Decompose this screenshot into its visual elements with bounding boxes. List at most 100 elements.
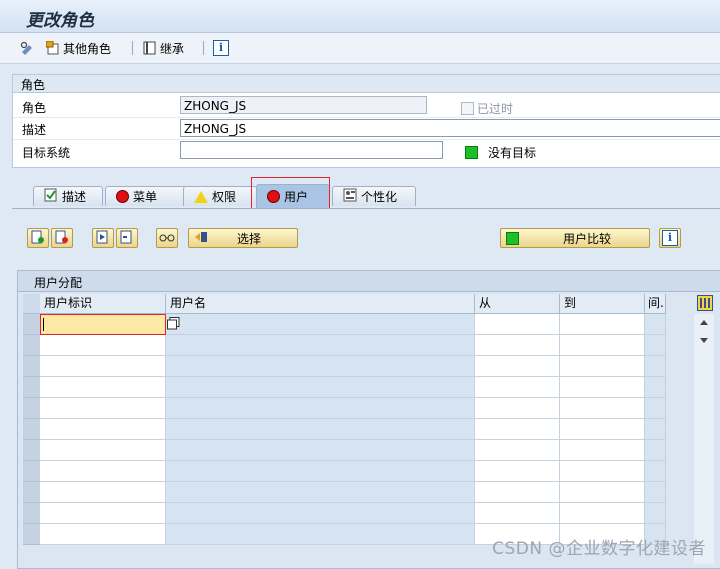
table-cell[interactable]	[166, 335, 475, 356]
table-cell[interactable]	[475, 398, 560, 419]
table-cell[interactable]	[645, 335, 666, 356]
table-cell[interactable]	[166, 419, 475, 440]
table-cell[interactable]	[560, 314, 645, 335]
row-selector[interactable]	[23, 335, 40, 356]
display-change-button[interactable]	[20, 40, 34, 56]
table-cell[interactable]	[560, 356, 645, 377]
row-selector[interactable]	[23, 356, 40, 377]
table-cell[interactable]	[560, 440, 645, 461]
table-cell[interactable]	[645, 356, 666, 377]
delete-row-button[interactable]	[51, 228, 73, 248]
table-cell[interactable]	[166, 314, 475, 335]
text-cursor	[43, 318, 44, 331]
table-cell[interactable]	[645, 461, 666, 482]
search-button[interactable]	[156, 228, 178, 248]
row-selector[interactable]	[23, 524, 40, 545]
inherit-button[interactable]: 继承	[143, 40, 184, 56]
other-role-icon	[45, 40, 60, 55]
table-cell[interactable]	[645, 419, 666, 440]
tab-authorization[interactable]: 权限	[183, 186, 257, 206]
column-header-user-id[interactable]: 用户标识	[40, 294, 166, 314]
select-all-cell[interactable]	[23, 294, 40, 314]
table-cell[interactable]	[560, 335, 645, 356]
table-cell[interactable]	[166, 377, 475, 398]
table-cell[interactable]	[475, 482, 560, 503]
table-cell[interactable]	[166, 482, 475, 503]
row-selector[interactable]	[23, 314, 40, 335]
table-cell[interactable]	[40, 356, 166, 377]
tab-description[interactable]: 描述	[33, 186, 103, 206]
table-cell[interactable]	[40, 461, 166, 482]
table-cell[interactable]	[645, 440, 666, 461]
select-button-label: 选择	[237, 231, 262, 246]
vertical-scrollbar[interactable]	[694, 314, 714, 564]
user-compare-button[interactable]: 用户比较	[500, 228, 650, 248]
user-id-input[interactable]	[40, 314, 166, 335]
table-cell[interactable]	[560, 503, 645, 524]
tab-menu[interactable]: 菜单	[105, 186, 189, 206]
details-button[interactable]	[92, 228, 114, 248]
column-header-interval[interactable]: 间.	[645, 294, 666, 314]
row-selector[interactable]	[23, 482, 40, 503]
role-field[interactable]: ZHONG_JS	[180, 96, 427, 114]
table-cell[interactable]	[166, 524, 475, 545]
column-header-from[interactable]: 从	[475, 294, 560, 314]
table-cell[interactable]	[40, 398, 166, 419]
table-cell[interactable]	[475, 377, 560, 398]
table-cell[interactable]	[560, 377, 645, 398]
user-assignment-table: 用户分配 用户标识 用户名 从 到 间.	[17, 270, 720, 569]
row-selector[interactable]	[23, 503, 40, 524]
obsolete-checkbox[interactable]: 已过时	[461, 100, 513, 117]
table-cell[interactable]	[40, 482, 166, 503]
table-cell[interactable]	[645, 377, 666, 398]
target-system-field[interactable]	[180, 141, 443, 159]
table-cell[interactable]	[560, 461, 645, 482]
value-help-icon[interactable]	[167, 317, 180, 333]
table-cell[interactable]	[475, 503, 560, 524]
tab-personalization[interactable]: 个性化	[332, 186, 416, 206]
insert-row-button[interactable]	[27, 228, 49, 248]
table-cell[interactable]	[40, 524, 166, 545]
row-selector[interactable]	[23, 440, 40, 461]
table-cell[interactable]	[40, 503, 166, 524]
select-button[interactable]: 选择	[188, 228, 298, 248]
column-settings-icon[interactable]	[697, 295, 713, 314]
table-cell[interactable]	[475, 440, 560, 461]
table-cell[interactable]	[645, 482, 666, 503]
scroll-down-icon[interactable]	[700, 338, 708, 343]
table-cell[interactable]	[166, 461, 475, 482]
row-selector[interactable]	[23, 377, 40, 398]
table-cell[interactable]	[645, 314, 666, 335]
table-cell[interactable]	[475, 356, 560, 377]
table-cell[interactable]	[645, 503, 666, 524]
table-cell[interactable]	[166, 398, 475, 419]
info-button[interactable]: i	[213, 40, 229, 56]
select-all-button[interactable]	[116, 228, 138, 248]
table-cell[interactable]	[166, 503, 475, 524]
table-cell[interactable]	[40, 335, 166, 356]
table-cell[interactable]	[475, 314, 560, 335]
table-cell[interactable]	[475, 335, 560, 356]
table-cell[interactable]	[475, 419, 560, 440]
table-cell[interactable]	[40, 377, 166, 398]
table-cell[interactable]	[40, 419, 166, 440]
table-cell[interactable]	[560, 482, 645, 503]
table-cell[interactable]	[40, 440, 166, 461]
table-cell[interactable]	[475, 461, 560, 482]
description-field[interactable]: ZHONG_JS	[180, 119, 720, 137]
row-selector[interactable]	[23, 461, 40, 482]
column-header-to[interactable]: 到	[560, 294, 645, 314]
table-cell[interactable]	[166, 440, 475, 461]
info-button[interactable]: i	[659, 228, 681, 248]
table-cell[interactable]	[645, 398, 666, 419]
scroll-up-icon[interactable]	[700, 320, 708, 325]
row-selector[interactable]	[23, 419, 40, 440]
table-cell[interactable]	[560, 419, 645, 440]
insert-row-icon	[31, 230, 45, 247]
details-icon	[96, 230, 110, 247]
table-cell[interactable]	[166, 356, 475, 377]
other-role-button[interactable]: 其他角色	[45, 40, 111, 56]
table-cell[interactable]	[560, 398, 645, 419]
row-selector[interactable]	[23, 398, 40, 419]
column-header-user-name[interactable]: 用户名	[166, 294, 475, 314]
